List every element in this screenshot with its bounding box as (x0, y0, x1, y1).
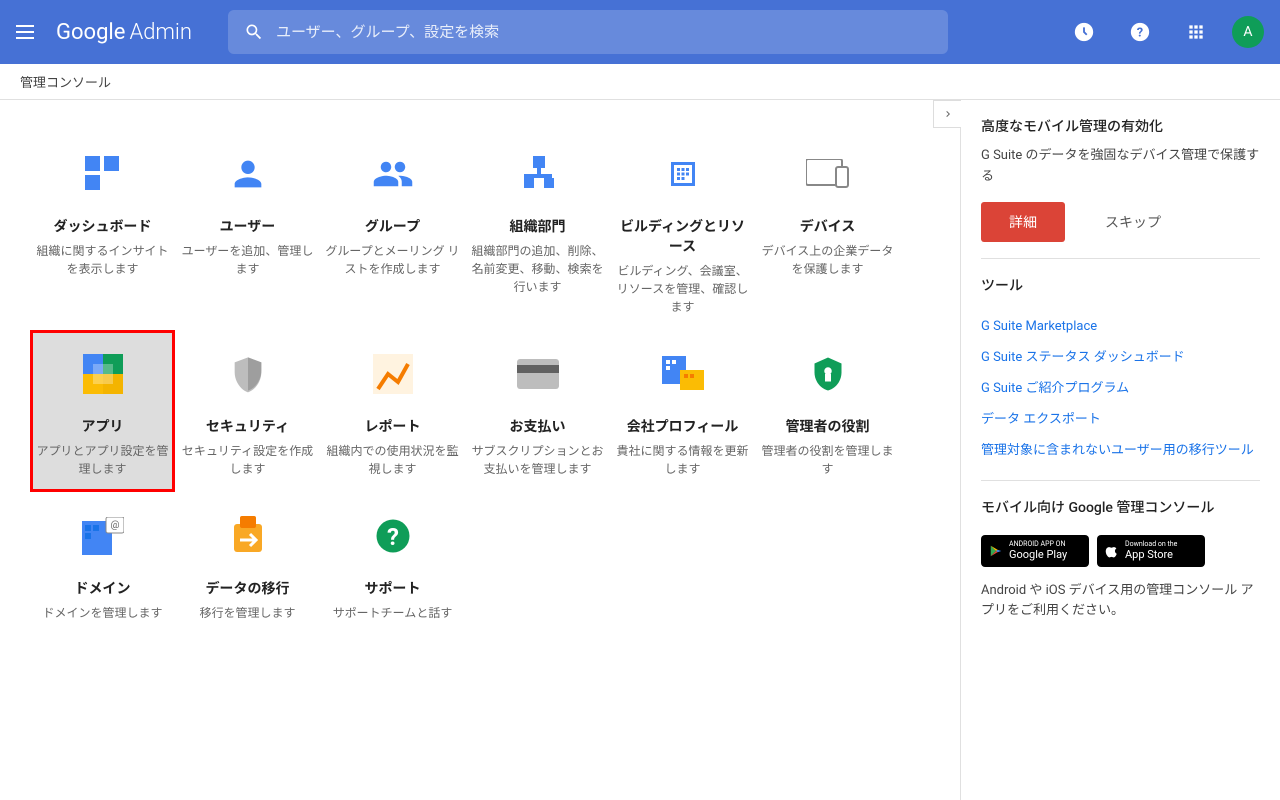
card-ダッシュボード[interactable]: ダッシュボード組織に関するインサイトを表示します (30, 130, 175, 330)
mobile-console-desc: Android や iOS デバイス用の管理コンソール アプリをご利用ください。 (981, 581, 1260, 623)
sidebar-toggle[interactable] (933, 100, 961, 128)
menu-icon[interactable] (16, 20, 40, 44)
tool-link[interactable]: データ エクスポート (981, 402, 1260, 433)
card-desc: ビルディング、会議室、リソースを管理、確認します (614, 262, 751, 316)
play-icon (989, 544, 1003, 558)
card-desc: デバイス上の企業データを保護します (759, 242, 896, 278)
header: Google Admin ? A (0, 0, 1280, 64)
card-title: ドメイン (34, 578, 171, 598)
card-title: 組織部門 (469, 216, 606, 236)
card-グループ[interactable]: グループグループとメーリング リストを作成します (320, 130, 465, 330)
card-title: 管理者の役割 (759, 416, 896, 436)
card-desc: 貴社に関する情報を更新します (614, 442, 751, 478)
card-ビルディングとリソース[interactable]: ビルディングとリソースビルディング、会議室、リソースを管理、確認します (610, 130, 755, 330)
card-desc: 移行を管理します (179, 604, 316, 622)
card-icon (324, 150, 461, 198)
tool-link[interactable]: G Suite Marketplace (981, 313, 1260, 340)
card-title: ビルディングとリソース (614, 216, 751, 256)
avatar[interactable]: A (1232, 16, 1264, 48)
breadcrumb: 管理コンソール (0, 64, 1280, 100)
svg-text:?: ? (1137, 26, 1143, 41)
card-ユーザー[interactable]: ユーザーユーザーを追加、管理します (175, 130, 320, 330)
search-input[interactable] (276, 23, 932, 41)
logo-admin: Admin (129, 20, 192, 45)
apps-icon[interactable] (1176, 12, 1216, 52)
mobile-console-title: モバイル向け Google 管理コンソール (981, 497, 1260, 517)
search-icon (244, 22, 264, 42)
svg-text:?: ? (387, 523, 399, 551)
card-セキュリティ[interactable]: セキュリティセキュリティ設定を作成します (175, 330, 320, 492)
card-desc: 組織に関するインサイトを表示します (34, 242, 171, 278)
card-icon (179, 150, 316, 198)
card-icon (614, 150, 751, 198)
help-icon[interactable]: ? (1120, 12, 1160, 52)
card-icon (34, 350, 171, 398)
card-会社プロフィール[interactable]: 会社プロフィール貴社に関する情報を更新します (610, 330, 755, 492)
card-desc: 組織内での使用状況を監視します (324, 442, 461, 478)
card-組織部門[interactable]: 組織部門組織部門の追加、削除、名前変更、移動、検索を行います (465, 130, 610, 330)
card-管理者の役割[interactable]: 管理者の役割管理者の役割を管理します (755, 330, 900, 492)
card-title: サポート (324, 578, 461, 598)
card-レポート[interactable]: レポート組織内での使用状況を監視します (320, 330, 465, 492)
card-title: レポート (324, 416, 461, 436)
skip-button[interactable]: スキップ (1105, 212, 1161, 232)
card-icon (179, 512, 316, 560)
app-store-badge[interactable]: Download on theApp Store (1097, 535, 1205, 567)
card-icon (179, 350, 316, 398)
card-desc: 管理者の役割を管理します (759, 442, 896, 478)
mobile-mgmt-title: 高度なモバイル管理の有効化 (981, 116, 1260, 136)
card-desc: セキュリティ設定を作成します (179, 442, 316, 478)
logo-google: Google (56, 20, 125, 45)
card-desc: サポートチームと話す (324, 604, 461, 622)
card-アプリ[interactable]: アプリアプリとアプリ設定を管理します (30, 330, 175, 492)
card-title: アプリ (34, 416, 171, 436)
card-title: お支払い (469, 416, 606, 436)
detail-button[interactable]: 詳細 (981, 202, 1065, 242)
card-title: セキュリティ (179, 416, 316, 436)
card-icon (469, 350, 606, 398)
card-icon (34, 150, 171, 198)
card-お支払い[interactable]: お支払いサブスクリプションとお支払いを管理します (465, 330, 610, 492)
apple-icon (1105, 544, 1119, 558)
card-desc: グループとメーリング リストを作成します (324, 242, 461, 278)
tool-link[interactable]: G Suite ステータス ダッシュボード (981, 340, 1260, 371)
card-icon: @ (34, 512, 171, 560)
card-desc: サブスクリプションとお支払いを管理します (469, 442, 606, 478)
card-デバイス[interactable]: デバイスデバイス上の企業データを保護します (755, 130, 900, 330)
card-icon (614, 350, 751, 398)
activity-icon[interactable] (1064, 12, 1104, 52)
card-desc: 組織部門の追加、削除、名前変更、移動、検索を行います (469, 242, 606, 296)
tool-link[interactable]: 管理対象に含まれないユーザー用の移行ツール (981, 433, 1260, 464)
tools-title: ツール (981, 275, 1260, 295)
mobile-mgmt-desc: G Suite のデータを強固なデバイス管理で保護する (981, 146, 1260, 188)
google-play-badge[interactable]: ANDROID APP ONGoogle Play (981, 535, 1089, 567)
card-icon (759, 350, 896, 398)
card-title: 会社プロフィール (614, 416, 751, 436)
card-icon: ? (324, 512, 461, 560)
card-icon (759, 150, 896, 198)
card-title: グループ (324, 216, 461, 236)
card-desc: ユーザーを追加、管理します (179, 242, 316, 278)
card-desc: ドメインを管理します (34, 604, 171, 622)
card-icon (324, 350, 461, 398)
tool-link[interactable]: G Suite ご紹介プログラム (981, 371, 1260, 402)
card-icon (469, 150, 606, 198)
card-ドメイン[interactable]: @ ドメインドメインを管理します (30, 492, 175, 636)
card-title: ユーザー (179, 216, 316, 236)
logo[interactable]: Google Admin (56, 20, 192, 45)
sidebar: 高度なモバイル管理の有効化 G Suite のデータを強固なデバイス管理で保護す… (960, 100, 1280, 800)
card-title: デバイス (759, 216, 896, 236)
card-データの移行[interactable]: データの移行移行を管理します (175, 492, 320, 636)
card-title: データの移行 (179, 578, 316, 598)
card-title: ダッシュボード (34, 216, 171, 236)
svg-text:@: @ (110, 520, 119, 531)
card-desc: アプリとアプリ設定を管理します (34, 442, 171, 478)
card-サポート[interactable]: ? サポートサポートチームと話す (320, 492, 465, 636)
content: ダッシュボード組織に関するインサイトを表示しますユーザーユーザーを追加、管理しま… (0, 100, 960, 800)
search-box[interactable] (228, 10, 948, 54)
chevron-right-icon (942, 108, 954, 120)
